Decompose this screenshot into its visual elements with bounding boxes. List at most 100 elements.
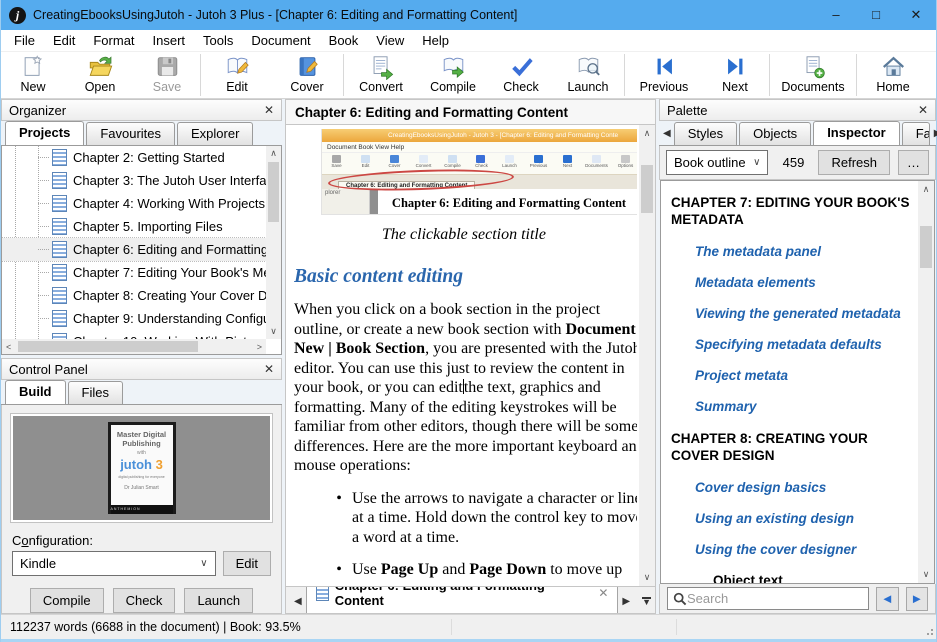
menu-edit[interactable]: Edit xyxy=(44,31,84,50)
tab-scroll-right-icon[interactable]: ▶ xyxy=(618,596,634,607)
tree-item-selected[interactable]: Chapter 6: Editing and Formatting C xyxy=(2,238,266,261)
tree-item[interactable]: Chapter 7: Editing Your Book's Meta xyxy=(2,261,266,284)
palette-tabs-scroll-right-icon[interactable]: ▶ xyxy=(932,128,937,145)
scroll-left-icon[interactable]: < xyxy=(6,342,11,352)
menu-book[interactable]: Book xyxy=(320,31,368,50)
menu-help[interactable]: Help xyxy=(413,31,458,50)
tree-item[interactable]: Chapter 2: Getting Started xyxy=(2,146,266,169)
check-panel-button[interactable]: Check xyxy=(113,588,176,613)
previous-button[interactable]: Previous xyxy=(626,52,702,98)
tab-scroll-left-icon[interactable]: ◀ xyxy=(290,596,306,613)
more-options-button[interactable]: … xyxy=(898,150,929,175)
tab-projects[interactable]: Projects xyxy=(5,121,84,145)
tab-files[interactable]: Files xyxy=(68,381,123,404)
menu-format[interactable]: Format xyxy=(84,31,143,50)
organizer-close-icon[interactable]: ✕ xyxy=(264,103,274,117)
configuration-select[interactable]: Kindle ∨ xyxy=(12,551,216,576)
tab-close-icon[interactable]: ✕ xyxy=(598,586,608,600)
minimize-button[interactable]: – xyxy=(816,0,856,30)
refresh-button[interactable]: Refresh xyxy=(818,150,890,175)
document-icon xyxy=(52,195,67,212)
save-button[interactable]: Save xyxy=(135,52,199,98)
tree-item[interactable]: Chapter 3: The Jutoh User Interface xyxy=(2,169,266,192)
editor-vertical-scrollbar[interactable]: ∧ ∨ xyxy=(639,125,655,586)
inspector-mode-select[interactable]: Book outline ∨ xyxy=(666,150,768,175)
outline-section[interactable]: Summary xyxy=(695,399,916,414)
navigate-back-button[interactable]: ◄ xyxy=(876,587,899,611)
outline-section[interactable]: Project metata xyxy=(695,368,916,383)
scrollbar-thumb[interactable] xyxy=(641,165,653,213)
palette-tabs-scroll-left-icon[interactable]: ◀ xyxy=(663,128,674,145)
launch-panel-button[interactable]: Launch xyxy=(184,588,253,613)
outline-chapter[interactable]: CHAPTER 8: CREATING YOUR COVER DESIGN xyxy=(671,430,916,464)
scroll-down-icon[interactable]: ∨ xyxy=(639,572,655,583)
word-count-status: 112237 words (6688 in the document) | Bo… xyxy=(10,620,301,634)
outline-subsection[interactable]: Object text xyxy=(713,573,916,583)
outline-section[interactable]: The metadata panel xyxy=(695,244,916,259)
tab-inspector[interactable]: Inspector xyxy=(813,121,900,145)
menu-view[interactable]: View xyxy=(367,31,413,50)
tree-horizontal-scrollbar[interactable]: < > xyxy=(2,339,266,354)
navigate-forward-button[interactable]: ► xyxy=(906,587,929,611)
tab-favourites-truncated[interactable]: Favou xyxy=(902,122,930,145)
tab-list-menu-icon[interactable]: ▼ xyxy=(642,597,651,606)
scrollbar-thumb[interactable] xyxy=(268,162,279,222)
scroll-up-icon[interactable]: ∧ xyxy=(639,128,655,139)
scroll-up-icon[interactable]: ∧ xyxy=(918,184,934,195)
scroll-down-icon[interactable]: ∨ xyxy=(266,326,281,337)
open-button[interactable]: Open xyxy=(65,52,135,98)
menu-file[interactable]: File xyxy=(5,31,44,50)
tab-objects[interactable]: Objects xyxy=(739,122,811,145)
palette-close-icon[interactable]: ✕ xyxy=(918,103,928,117)
configuration-label: Configuration: xyxy=(12,533,271,548)
menu-insert[interactable]: Insert xyxy=(144,31,195,50)
control-panel-close-icon[interactable]: ✕ xyxy=(264,362,274,376)
tab-explorer[interactable]: Explorer xyxy=(177,122,253,145)
outline-vertical-scrollbar[interactable]: ∧ ∨ xyxy=(918,181,934,583)
outline-section[interactable]: Metadata elements xyxy=(695,275,916,290)
check-button[interactable]: Check xyxy=(489,52,553,98)
resize-grip[interactable] xyxy=(925,629,933,637)
outline-section[interactable]: Cover design basics xyxy=(695,480,916,495)
save-floppy-icon xyxy=(154,54,181,80)
compile-panel-button[interactable]: Compile xyxy=(30,588,104,613)
outline-section[interactable]: Using an existing design xyxy=(695,511,916,526)
tree-item[interactable]: Chapter 4: Working With Projects xyxy=(2,192,266,215)
tree-item[interactable]: Chapter 8: Creating Your Cover Desi xyxy=(2,284,266,307)
maximize-button[interactable]: □ xyxy=(856,0,896,30)
new-button[interactable]: New xyxy=(1,52,65,98)
tree-item[interactable]: Chapter 9: Understanding Configura xyxy=(2,307,266,330)
compile-button[interactable]: Compile xyxy=(417,52,489,98)
scroll-down-icon[interactable]: ∨ xyxy=(918,569,934,580)
cover-button[interactable]: Cover xyxy=(272,52,342,98)
tree-item[interactable]: Chapter 10: Working With Pictures xyxy=(2,330,266,339)
title-bar: j CreatingEbooksUsingJutoh - Jutoh 3 Plu… xyxy=(1,0,936,30)
document-editor[interactable]: CreatingEbooksUsingJutoh - Jutoh 3 - [Ch… xyxy=(285,125,656,587)
outline-section[interactable]: Using the cover designer xyxy=(695,542,916,557)
outline-section[interactable]: Specifying metadata defaults xyxy=(695,337,916,352)
next-button[interactable]: Next xyxy=(702,52,768,98)
home-button[interactable]: Home xyxy=(858,52,928,98)
documents-button[interactable]: Documents xyxy=(771,52,855,98)
tab-favourites[interactable]: Favourites xyxy=(86,122,175,145)
scrollbar-thumb[interactable] xyxy=(920,226,932,268)
menu-tools[interactable]: Tools xyxy=(194,31,242,50)
outline-chapter[interactable]: CHAPTER 7: EDITING YOUR BOOK'S METADATA xyxy=(671,194,916,228)
edit-configuration-button[interactable]: Edit xyxy=(223,551,271,576)
search-box[interactable] xyxy=(667,587,869,610)
convert-button[interactable]: Convert xyxy=(345,52,417,98)
tab-styles[interactable]: Styles xyxy=(674,122,737,145)
search-icon xyxy=(673,592,687,606)
tab-build[interactable]: Build xyxy=(5,380,66,404)
launch-button[interactable]: Launch xyxy=(553,52,623,98)
edit-button[interactable]: Edit xyxy=(202,52,272,98)
scrollbar-thumb[interactable] xyxy=(18,341,198,352)
search-input[interactable] xyxy=(687,591,863,606)
menu-document[interactable]: Document xyxy=(242,31,319,50)
tree-item[interactable]: Chapter 5. Importing Files xyxy=(2,215,266,238)
scroll-up-icon[interactable]: ∧ xyxy=(266,148,281,159)
outline-section[interactable]: Viewing the generated metadata xyxy=(695,306,916,321)
scroll-right-icon[interactable]: > xyxy=(257,342,262,352)
tree-vertical-scrollbar[interactable]: ∧ ∨ xyxy=(266,146,281,339)
close-button[interactable]: ✕ xyxy=(896,0,936,30)
